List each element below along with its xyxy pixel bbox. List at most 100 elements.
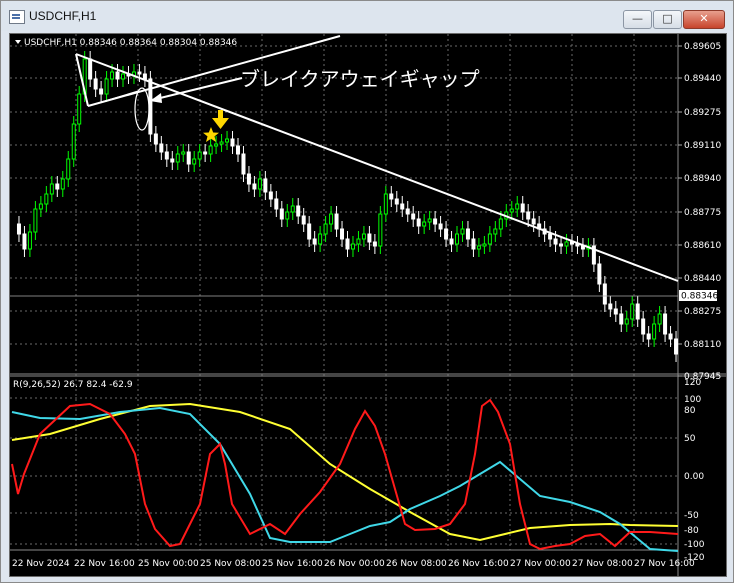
candle-body — [668, 333, 673, 340]
candle-body — [121, 73, 126, 80]
time-axis-label: 26 Nov 08:00 — [386, 559, 447, 569]
price-tick-label: 0.88440 — [684, 274, 721, 284]
candle-body — [77, 93, 82, 125]
candle-body — [635, 303, 640, 320]
candle-body — [646, 333, 651, 340]
candle-body — [230, 138, 235, 147]
candle-body — [356, 238, 361, 245]
candle-body — [307, 223, 312, 240]
candle-body — [312, 238, 317, 245]
candle-body — [219, 141, 224, 145]
candle-body — [608, 303, 613, 310]
candle-body — [433, 218, 438, 225]
candle-body — [411, 213, 416, 220]
candle-body — [257, 178, 262, 190]
candle-body — [345, 238, 350, 250]
candle-body — [372, 241, 377, 247]
candle-body — [38, 203, 43, 210]
indicator-tick-label: 0.00 — [684, 472, 704, 482]
gap-ellipse[interactable] — [134, 87, 150, 131]
candle-body — [285, 211, 290, 220]
candle-body — [674, 338, 679, 355]
maximize-button[interactable]: □ — [653, 10, 682, 29]
title-bar[interactable]: USDCHF,H1 — □ ✕ — [1, 1, 733, 31]
candle-body — [181, 151, 186, 155]
candle-body — [290, 205, 295, 213]
time-axis-label: 25 Nov 08:00 — [200, 559, 261, 569]
time-axis-label: 27 Nov 16:00 — [634, 559, 695, 569]
candle-body — [55, 183, 60, 190]
candle-body — [71, 123, 76, 160]
candle-body — [334, 213, 339, 230]
indicator-yellow-line — [11, 402, 679, 542]
candle-body — [159, 143, 164, 153]
price-tick-label: 0.89275 — [684, 108, 721, 118]
indicator-tick-label: -80 — [684, 526, 699, 536]
candle-body — [22, 233, 27, 250]
candle-body — [88, 58, 93, 80]
minimize-button[interactable]: — — [623, 10, 652, 29]
candle-body — [652, 323, 657, 340]
current-price-label: 0.88346 — [681, 292, 718, 302]
annotation-arrow — [151, 77, 243, 101]
candle-body — [389, 193, 394, 200]
candle-body — [329, 213, 334, 225]
candle-body — [422, 221, 427, 227]
time-axis-label: 26 Nov 16:00 — [448, 559, 509, 569]
candle-body — [214, 143, 219, 147]
candle-body — [115, 71, 120, 80]
indicator-tick-label: 50 — [684, 434, 696, 444]
candle-body — [225, 138, 230, 143]
candle-body — [520, 203, 525, 213]
candle-body — [630, 303, 635, 320]
candle-body — [137, 71, 142, 75]
down-arrow-icon — [212, 110, 229, 129]
chart-area[interactable]: ブレイクアウェイギャップ USDCHF,H1 0.88346 0.88364 0… — [9, 33, 727, 577]
candle-body — [350, 243, 355, 250]
close-icon: ✕ — [699, 12, 709, 25]
price-tick-label: 0.88275 — [684, 307, 721, 317]
candle-body — [493, 228, 498, 235]
candle-body — [170, 158, 175, 163]
candle-body — [657, 313, 662, 325]
candle-body — [526, 211, 531, 220]
candle-body — [438, 223, 443, 230]
candle-body — [208, 145, 213, 155]
close-button[interactable]: ✕ — [683, 10, 725, 29]
candle-body — [427, 218, 432, 223]
price-tick-label: 0.89110 — [684, 141, 721, 151]
candle-body — [263, 178, 268, 193]
candle-body — [93, 78, 98, 90]
candle-body — [476, 245, 481, 250]
candle-body — [482, 243, 487, 247]
candle-body — [268, 191, 273, 200]
candle-body — [531, 218, 536, 225]
candle-body — [203, 151, 208, 155]
candle-body — [498, 218, 503, 230]
indicator-label: R(9,26,52) 26.7 82.4 -62.9 — [13, 380, 133, 390]
candle-body — [559, 243, 564, 247]
candle-body — [340, 228, 345, 240]
symbol-info: USDCHF,H1 0.88346 0.88364 0.88304 0.8834… — [24, 38, 237, 48]
price-tick-label: 0.88940 — [684, 174, 721, 184]
candle-body — [515, 203, 520, 210]
candle-body — [487, 233, 492, 245]
time-axis-label: 27 Nov 08:00 — [572, 559, 633, 569]
candle-body — [99, 88, 104, 95]
chart-window-icon — [9, 10, 25, 24]
indicator-tick-label: 100 — [684, 395, 701, 405]
price-tick-label: 0.88110 — [684, 340, 721, 350]
time-axis-label: 22 Nov 2024 — [12, 559, 70, 569]
candle-body — [44, 193, 49, 205]
candle-body — [394, 198, 399, 205]
candle-body — [241, 153, 246, 175]
window-title: USDCHF,H1 — [29, 9, 97, 23]
time-axis-label: 27 Nov 00:00 — [510, 559, 571, 569]
candle-body — [175, 153, 180, 163]
candle-body — [613, 308, 618, 315]
candle-body — [378, 213, 383, 247]
candle-body — [33, 208, 38, 233]
candle-body — [564, 241, 569, 247]
time-axis-label: 26 Nov 00:00 — [324, 559, 385, 569]
candle-body — [16, 223, 21, 235]
